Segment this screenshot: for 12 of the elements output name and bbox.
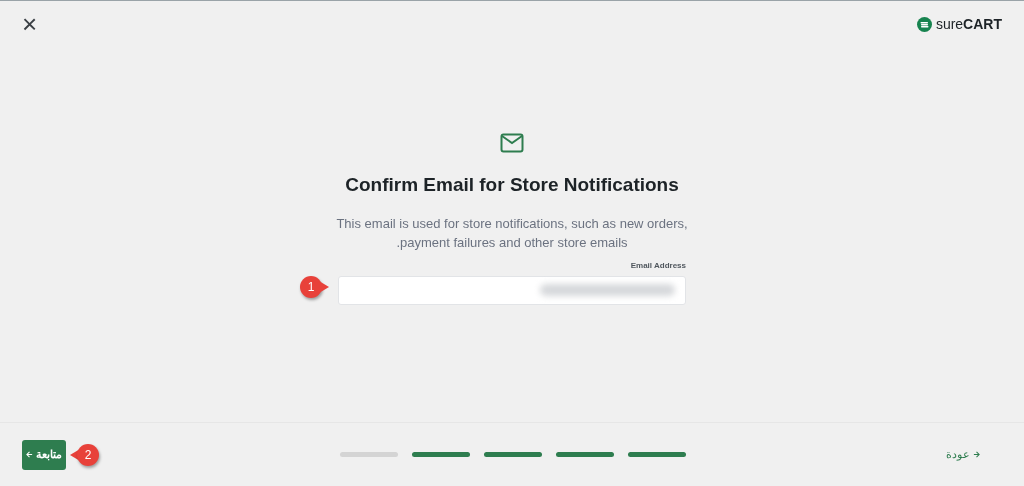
envelope-icon (500, 133, 524, 153)
back-link[interactable]: عودة (946, 446, 980, 463)
description-text: This email is used for store notifications, such as new orders, .payment failures and other store emails (335, 214, 689, 252)
logo-text: sureCART (935, 14, 1002, 34)
email-field[interactable] (338, 275, 686, 305)
arrow-icon (973, 451, 980, 458)
logo-icon (916, 16, 932, 32)
page-title: Confirm Email for Store Notifications (345, 173, 679, 197)
arrow-icon (26, 451, 33, 458)
continue-button[interactable]: متابعة (22, 439, 66, 470)
field-label: Email Address (630, 259, 686, 272)
close-button[interactable]: × (22, 11, 38, 37)
